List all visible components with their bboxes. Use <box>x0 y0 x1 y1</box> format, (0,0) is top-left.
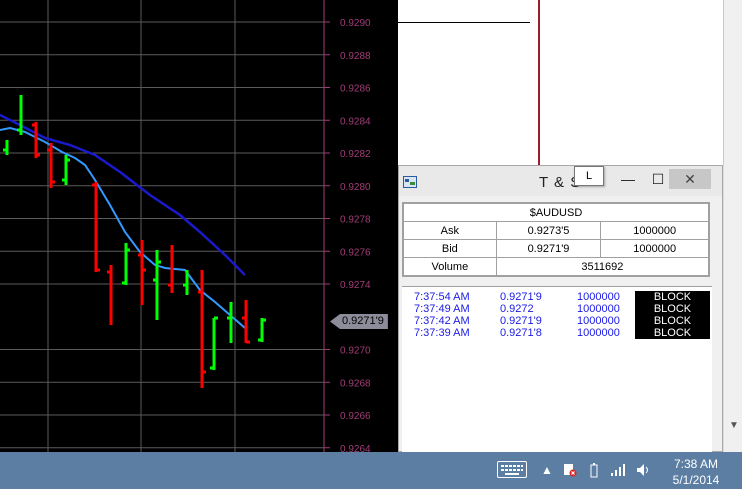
trade-row[interactable]: 7:37:42 AM 0.9271'9 1000000 BLOCK <box>402 315 712 327</box>
trade-price: 0.9272 <box>500 303 534 315</box>
trade-time: 7:37:54 AM <box>414 291 470 303</box>
minimize-button[interactable]: — <box>614 169 642 189</box>
bid-price: 0.9271'9 <box>495 239 602 258</box>
trade-size: 1000000 <box>577 327 620 339</box>
show-hidden-icons-icon[interactable]: ▲ <box>541 463 553 477</box>
trade-condition: BLOCK <box>635 291 710 303</box>
trade-time: 7:37:49 AM <box>414 303 470 315</box>
y-tick-label: 0.9284 <box>340 116 371 127</box>
taskbar: ▲ 7:38 AM 5/1/2014 <box>0 452 742 489</box>
price-chart[interactable]: 0.9290 0.9288 0.9286 0.9284 0.9282 0.9280 0.92… <box>0 0 398 452</box>
trade-size: 1000000 <box>577 303 620 315</box>
vertical-scrollbar-top[interactable] <box>725 0 742 165</box>
close-button[interactable]: ✕ <box>669 169 711 189</box>
trade-row[interactable]: 7:37:54 AM 0.9271'9 1000000 BLOCK <box>402 291 712 303</box>
trade-time: 7:37:39 AM <box>414 327 470 339</box>
y-tick-label: 0.9266 <box>340 411 371 422</box>
ask-price: 0.9273'5 <box>495 221 602 240</box>
trade-row[interactable]: 7:37:39 AM 0.9271'8 1000000 BLOCK <box>402 327 712 339</box>
trade-size: 1000000 <box>577 291 620 303</box>
bid-label: Bid <box>402 239 497 258</box>
trade-price: 0.9271'8 <box>500 327 542 339</box>
y-tick-label: 0.9280 <box>340 182 371 193</box>
volume-value: 3511692 <box>495 257 710 277</box>
y-tick-label: 0.9278 <box>340 215 371 226</box>
trade-condition: BLOCK <box>635 327 710 339</box>
action-center-icon[interactable] <box>563 463 577 480</box>
window-titlebar[interactable]: T & S L — ☐ ✕ <box>399 166 722 196</box>
trades-list[interactable]: 7:37:54 AM 0.9271'9 1000000 BLOCK 7:37:4… <box>402 286 712 452</box>
y-tick-label: 0.9276 <box>340 247 371 258</box>
volume-label: Volume <box>402 257 497 277</box>
bid-size: 1000000 <box>600 239 710 258</box>
y-tick-label: 0.9290 <box>340 18 371 29</box>
symbol-label: $AUDUSD <box>402 202 710 222</box>
y-tick-label: 0.9270 <box>340 346 371 357</box>
power-icon[interactable] <box>588 463 600 482</box>
volume-icon[interactable] <box>636 463 652 480</box>
tooltip: L <box>574 166 604 186</box>
chart-canvas: 0.9290 0.9288 0.9286 0.9284 0.9282 0.9280 0.92… <box>0 0 371 452</box>
time-and-sales-window[interactable]: T & S L — ☐ ✕ $AUDUSD Ask 0.9273'5 10000… <box>398 165 723 452</box>
empty-pane <box>540 0 724 165</box>
app-icon <box>403 176 417 188</box>
trade-price: 0.9271'9 <box>500 315 542 327</box>
ask-size: 1000000 <box>600 221 710 240</box>
trade-condition: BLOCK <box>635 315 710 327</box>
scroll-down-arrow-icon[interactable]: ▼ <box>729 420 739 431</box>
y-tick-label: 0.9268 <box>340 378 371 389</box>
trade-condition: BLOCK <box>635 303 710 315</box>
trade-size: 1000000 <box>577 315 620 327</box>
trade-row[interactable]: 7:37:49 AM 0.9272 1000000 BLOCK <box>402 303 712 315</box>
trade-price: 0.9271'9 <box>500 291 542 303</box>
touch-keyboard-icon[interactable] <box>497 461 527 478</box>
quote-table: $AUDUSD Ask 0.9273'5 1000000 Bid 0.9271'… <box>402 202 710 277</box>
clock-date[interactable]: 5/1/2014 <box>668 473 724 487</box>
y-tick-label: 0.9282 <box>340 149 371 160</box>
empty-chart-pane <box>398 0 540 165</box>
y-tick-label: 0.9274 <box>340 280 371 291</box>
last-price-marker: 0.9271'9 <box>330 314 388 329</box>
price-bars <box>3 95 266 388</box>
y-tick-label: 0.9264 <box>340 444 371 452</box>
maximize-button[interactable]: ☐ <box>644 169 672 189</box>
y-tick-label: 0.9288 <box>340 51 371 62</box>
trade-time: 7:37:42 AM <box>414 315 470 327</box>
right-panel: T & S L — ☐ ✕ $AUDUSD Ask 0.9273'5 10000… <box>398 0 742 452</box>
vertical-scrollbar[interactable]: ▼ <box>723 165 742 452</box>
y-tick-label: 0.9286 <box>340 84 371 95</box>
network-signal-icon[interactable] <box>610 463 626 480</box>
clock-time[interactable]: 7:38 AM <box>668 457 724 471</box>
ask-label: Ask <box>402 221 497 240</box>
